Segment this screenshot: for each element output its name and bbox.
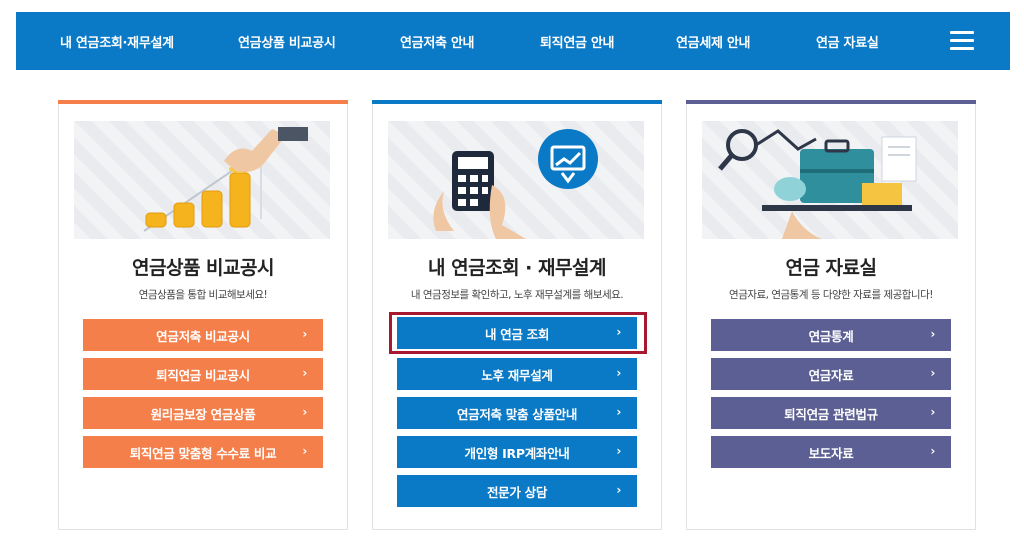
chevron-right-icon: › bbox=[302, 327, 307, 341]
coins-growth-icon bbox=[74, 121, 330, 239]
calculator-chart-icon bbox=[388, 121, 644, 239]
card-subtitle: 연금자료, 연금통계 등 다양한 자료를 제공합니다! bbox=[729, 289, 933, 301]
chevron-right-icon: › bbox=[930, 444, 935, 458]
briefcase-piggybank-icon bbox=[702, 121, 958, 239]
nav-item-my-pension[interactable]: 내 연금조회·재무설계 bbox=[60, 32, 174, 51]
card-my-pension: 내 연금조회 · 재무설계 내 연금정보를 확인하고, 노후 재무설계를 해보세… bbox=[372, 100, 662, 530]
chevron-right-icon: › bbox=[302, 405, 307, 419]
my-pension-inquiry-button[interactable]: 내 연금 조회 › bbox=[397, 317, 637, 349]
pension-statistics-button[interactable]: 연금통계 › bbox=[711, 319, 951, 351]
pension-materials-button[interactable]: 연금자료 › bbox=[711, 358, 951, 390]
custom-product-guide-button[interactable]: 연금저축 맞춤 상품안내 › bbox=[397, 397, 637, 429]
press-releases-button[interactable]: 보도자료 › bbox=[711, 436, 951, 468]
chevron-right-icon: › bbox=[616, 325, 621, 339]
chevron-right-icon: › bbox=[616, 366, 621, 380]
card-accent-bar bbox=[686, 100, 976, 104]
nav-item-pension-library[interactable]: 연금 자료실 bbox=[816, 32, 879, 51]
card-pension-library: 연금 자료실 연금자료, 연금통계 등 다양한 자료를 제공합니다! 연금통계 ›… bbox=[686, 100, 976, 530]
nav-item-pension-savings[interactable]: 연금저축 안내 bbox=[400, 32, 474, 51]
principal-guaranteed-products-button[interactable]: 원리금보장 연금상품 › bbox=[83, 397, 323, 429]
card-accent-bar bbox=[58, 100, 348, 104]
expert-consultation-button[interactable]: 전문가 상담 › bbox=[397, 475, 637, 507]
chevron-right-icon: › bbox=[616, 444, 621, 458]
card-subtitle: 연금상품을 통합 비교해보세요! bbox=[138, 289, 268, 301]
hamburger-icon[interactable] bbox=[950, 31, 974, 51]
retirement-pension-comparison-button[interactable]: 퇴직연금 비교공시 › bbox=[83, 358, 323, 390]
card-title: 연금 자료실 bbox=[785, 257, 877, 279]
chevron-right-icon: › bbox=[302, 444, 307, 458]
chevron-right-icon: › bbox=[616, 483, 621, 497]
chevron-right-icon: › bbox=[302, 366, 307, 380]
chevron-right-icon: › bbox=[930, 405, 935, 419]
card-title: 내 연금조회 · 재무설계 bbox=[428, 257, 606, 279]
top-navigation: 내 연금조회·재무설계 연금상품 비교공시 연금저축 안내 퇴직연금 안내 연금… bbox=[16, 12, 1010, 70]
card-product-comparison: 연금상품 비교공시 연금상품을 통합 비교해보세요! 연금저축 비교공시 › 퇴직… bbox=[58, 100, 348, 530]
nav-item-product-comparison[interactable]: 연금상품 비교공시 bbox=[238, 32, 336, 51]
chevron-right-icon: › bbox=[930, 327, 935, 341]
card-subtitle: 내 연금정보를 확인하고, 노후 재무설계를 해보세요. bbox=[410, 289, 624, 301]
retirement-pension-laws-button[interactable]: 퇴직연금 관련법규 › bbox=[711, 397, 951, 429]
pension-savings-comparison-button[interactable]: 연금저축 비교공시 › bbox=[83, 319, 323, 351]
card-title: 연금상품 비교공시 bbox=[132, 257, 274, 279]
nav-item-retirement-pension[interactable]: 퇴직연금 안내 bbox=[540, 32, 614, 51]
irp-account-guide-button[interactable]: 개인형 IRP계좌안내 › bbox=[397, 436, 637, 468]
retirement-financial-planning-button[interactable]: 노후 재무설계 › bbox=[397, 358, 637, 390]
chevron-right-icon: › bbox=[616, 405, 621, 419]
fee-comparison-button[interactable]: 퇴직연금 맞춤형 수수료 비교 › bbox=[83, 436, 323, 468]
chevron-right-icon: › bbox=[930, 366, 935, 380]
card-accent-bar bbox=[372, 100, 662, 104]
nav-item-pension-tax[interactable]: 연금세제 안내 bbox=[676, 32, 750, 51]
